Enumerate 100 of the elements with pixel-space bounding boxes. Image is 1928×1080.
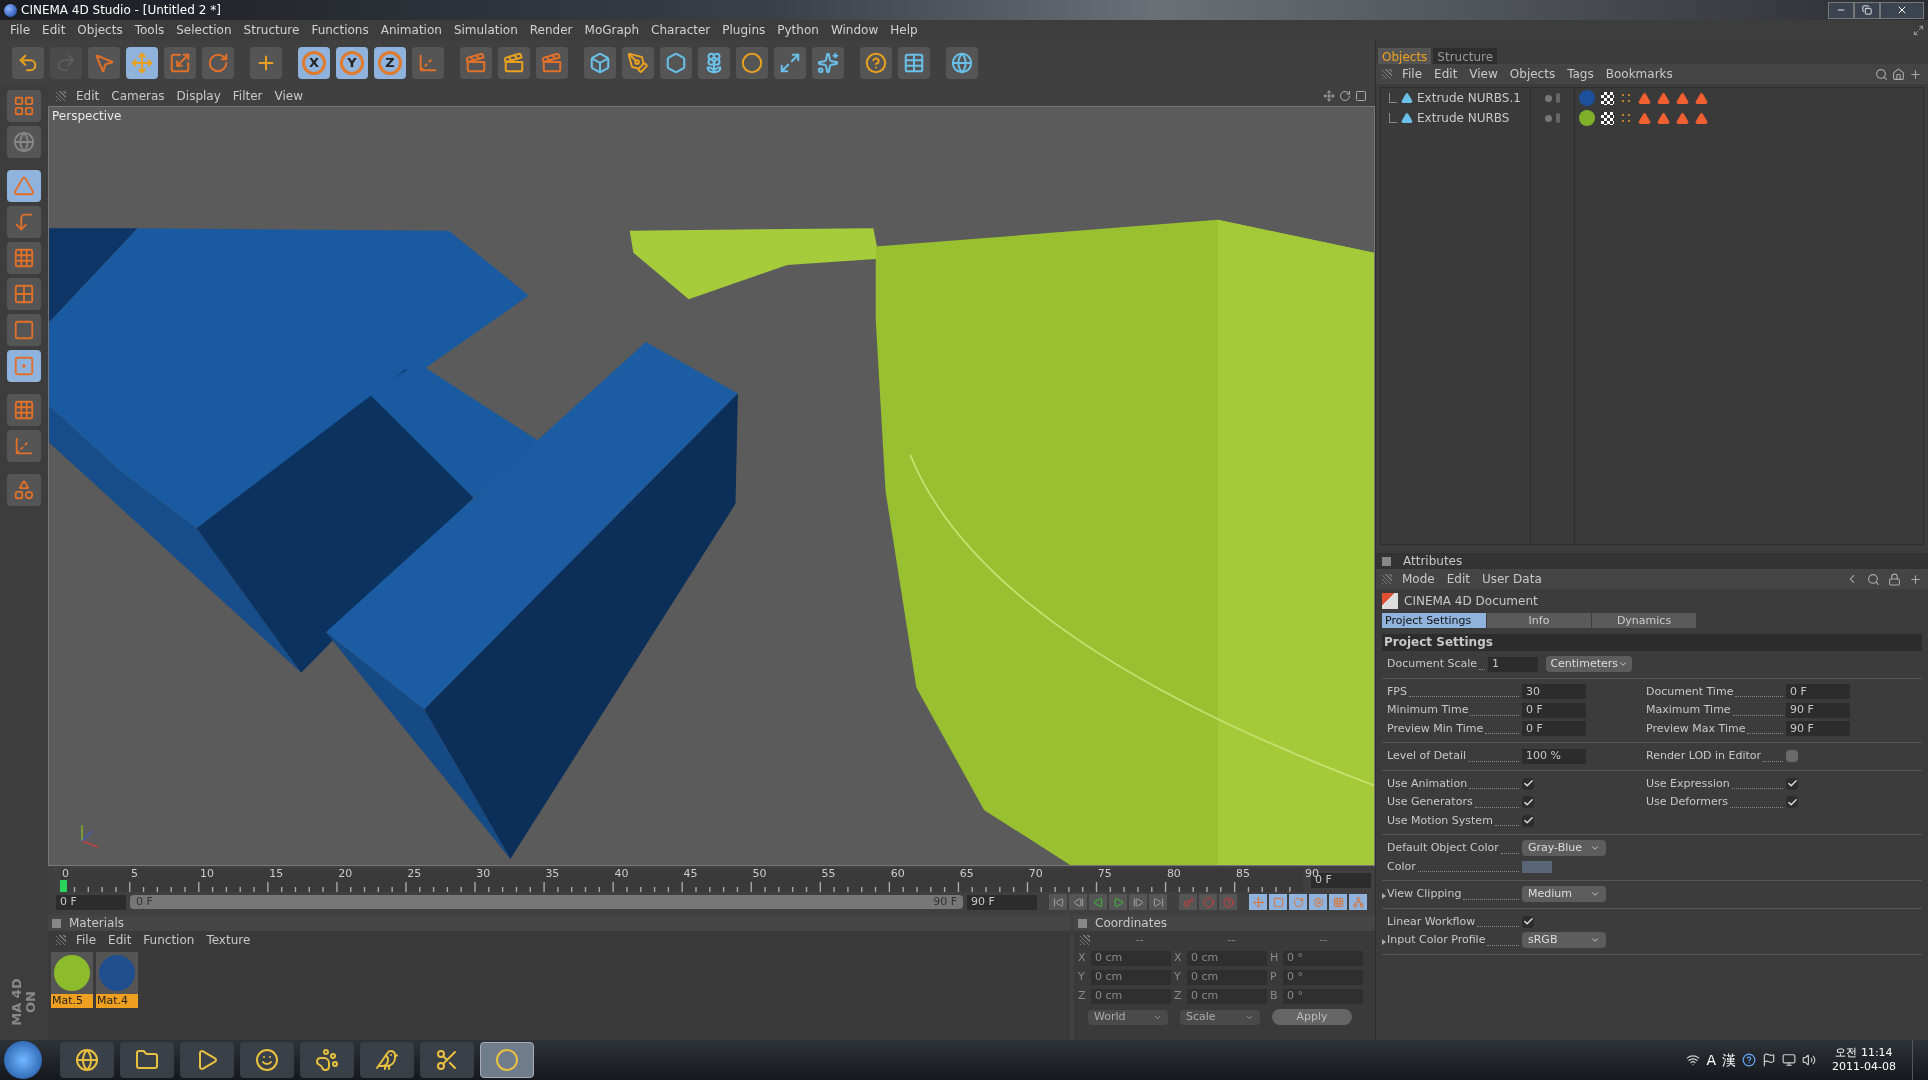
axis-lock-button[interactable]: Z bbox=[374, 47, 406, 79]
monitor-icon[interactable] bbox=[1782, 1053, 1797, 1067]
plus-icon[interactable] bbox=[1909, 572, 1922, 586]
clock[interactable]: 오전 11:14 2011-04-08 bbox=[1822, 1046, 1906, 1074]
unit-dropdown[interactable]: Centimeters bbox=[1546, 656, 1632, 673]
playback-button[interactable] bbox=[1069, 894, 1087, 910]
tool-button[interactable] bbox=[898, 47, 930, 79]
menu-item[interactable]: Edit bbox=[1428, 65, 1464, 83]
menu-item[interactable]: Python bbox=[771, 21, 825, 39]
taskbar-app[interactable] bbox=[180, 1042, 234, 1078]
input-method-indicator[interactable]: A bbox=[1706, 1049, 1717, 1071]
minimize-button[interactable] bbox=[1828, 1, 1854, 19]
menu-item[interactable]: User Data bbox=[1475, 570, 1548, 588]
menu-item[interactable]: Plugins bbox=[716, 21, 772, 39]
menu-item[interactable]: File bbox=[4, 21, 37, 39]
material-tag[interactable] bbox=[1579, 110, 1595, 126]
taskbar-app[interactable] bbox=[420, 1042, 474, 1078]
dropdown[interactable]: sRGB bbox=[1522, 932, 1606, 949]
tool-button[interactable] bbox=[698, 47, 730, 79]
number-field[interactable]: 100 % bbox=[1522, 748, 1586, 764]
dropdown[interactable]: Medium bbox=[1522, 886, 1606, 903]
tool-button[interactable] bbox=[12, 47, 44, 79]
attribute-tab[interactable]: Info bbox=[1487, 613, 1591, 628]
menu-item[interactable]: Tags bbox=[1561, 65, 1600, 83]
playback-button[interactable] bbox=[1149, 894, 1167, 910]
panel-tab[interactable]: Objects bbox=[1378, 48, 1432, 64]
menu-item[interactable]: Selection bbox=[170, 21, 238, 39]
tool-button[interactable] bbox=[536, 47, 568, 79]
number-field[interactable]: 90 F bbox=[967, 894, 1037, 910]
number-field[interactable]: 0 F bbox=[56, 894, 126, 910]
menu-item[interactable]: Texture bbox=[200, 931, 257, 949]
checker-tag-icon[interactable] bbox=[1601, 111, 1614, 125]
mode-button[interactable] bbox=[7, 126, 41, 158]
mode-button[interactable] bbox=[7, 474, 41, 506]
triangle-tag-icon[interactable] bbox=[1676, 111, 1689, 125]
menu-item[interactable]: View bbox=[1463, 65, 1504, 83]
menu-item[interactable]: Objects bbox=[71, 21, 129, 39]
menu-item[interactable]: File bbox=[70, 931, 103, 949]
menu-item[interactable]: Structure bbox=[237, 21, 306, 39]
tool-button[interactable] bbox=[250, 47, 282, 79]
tool-button[interactable] bbox=[498, 47, 530, 79]
tool-button[interactable] bbox=[774, 47, 806, 79]
close-button[interactable] bbox=[1880, 1, 1924, 19]
tool-button[interactable] bbox=[412, 47, 444, 79]
tool-button[interactable] bbox=[860, 47, 892, 79]
checkbox[interactable] bbox=[1786, 777, 1798, 790]
attribute-tab[interactable]: Dynamics bbox=[1592, 613, 1696, 628]
number-field[interactable]: 1 bbox=[1488, 656, 1539, 672]
checkbox[interactable] bbox=[1522, 915, 1534, 928]
menu-item[interactable]: Render bbox=[523, 21, 579, 39]
input-method-indicator[interactable]: 漢 bbox=[1722, 1049, 1737, 1071]
number-field[interactable]: 0 F bbox=[1786, 684, 1850, 700]
mode-button[interactable] bbox=[7, 278, 41, 310]
tool-button[interactable] bbox=[812, 47, 844, 79]
playhead-marker[interactable] bbox=[60, 880, 67, 892]
material-thumbnail[interactable]: Mat.4 bbox=[96, 952, 138, 1008]
menu-item[interactable]: Character bbox=[645, 21, 717, 39]
triangle-tag-icon[interactable] bbox=[1638, 91, 1651, 105]
mode-button[interactable] bbox=[7, 242, 41, 274]
maximize-icon[interactable] bbox=[1355, 90, 1367, 102]
triangle-tag-icon[interactable] bbox=[1657, 111, 1670, 125]
playback-button[interactable] bbox=[1049, 894, 1067, 910]
taskbar-app[interactable] bbox=[360, 1042, 414, 1078]
attribute-tab[interactable]: Project Settings bbox=[1382, 613, 1486, 628]
tool-button[interactable] bbox=[584, 47, 616, 79]
mode-button[interactable] bbox=[7, 314, 41, 346]
network-icon[interactable] bbox=[1686, 1053, 1701, 1067]
taskbar-app[interactable] bbox=[120, 1042, 174, 1078]
playback-button[interactable] bbox=[1109, 894, 1127, 910]
menu-item[interactable]: Edit bbox=[102, 931, 138, 949]
triangle-tag-icon[interactable] bbox=[1638, 111, 1651, 125]
menu-item[interactable]: Window bbox=[824, 21, 885, 39]
tool-button[interactable] bbox=[946, 47, 978, 79]
taskbar-app[interactable] bbox=[240, 1042, 294, 1078]
viewport[interactable]: Perspective bbox=[48, 106, 1375, 866]
number-field[interactable]: 90 F bbox=[1786, 702, 1850, 718]
mode-button[interactable] bbox=[7, 394, 41, 426]
menu-item[interactable]: Filter bbox=[226, 87, 269, 105]
checkbox[interactable] bbox=[1522, 777, 1534, 790]
triangle-tag-icon[interactable] bbox=[1676, 91, 1689, 105]
object-name[interactable]: Extrude NURBS.1 bbox=[1417, 89, 1521, 107]
menu-item[interactable]: Mode bbox=[1396, 570, 1441, 588]
tool-button[interactable] bbox=[88, 47, 120, 79]
menu-item[interactable]: MoGraph bbox=[578, 21, 646, 39]
color-swatch[interactable] bbox=[1522, 860, 1552, 873]
menu-item[interactable]: File bbox=[1396, 65, 1429, 83]
playback-button[interactable] bbox=[1089, 894, 1107, 910]
number-field[interactable]: 30 bbox=[1522, 684, 1586, 700]
axis-lock-button[interactable]: Y bbox=[336, 47, 368, 79]
axis-lock-button[interactable]: X bbox=[298, 47, 330, 79]
restore-button[interactable] bbox=[1854, 1, 1880, 19]
menu-item[interactable]: Edit bbox=[1440, 570, 1476, 588]
checker-tag-icon[interactable] bbox=[1601, 91, 1614, 105]
expander-icon[interactable] bbox=[1382, 938, 1386, 945]
plus-icon[interactable] bbox=[1909, 67, 1922, 81]
triangle-tag-icon[interactable] bbox=[1695, 91, 1708, 105]
menu-item[interactable]: Display bbox=[170, 87, 227, 105]
tool-button[interactable] bbox=[460, 47, 492, 79]
tool-button[interactable] bbox=[660, 47, 692, 79]
volume-icon[interactable] bbox=[1802, 1053, 1817, 1067]
